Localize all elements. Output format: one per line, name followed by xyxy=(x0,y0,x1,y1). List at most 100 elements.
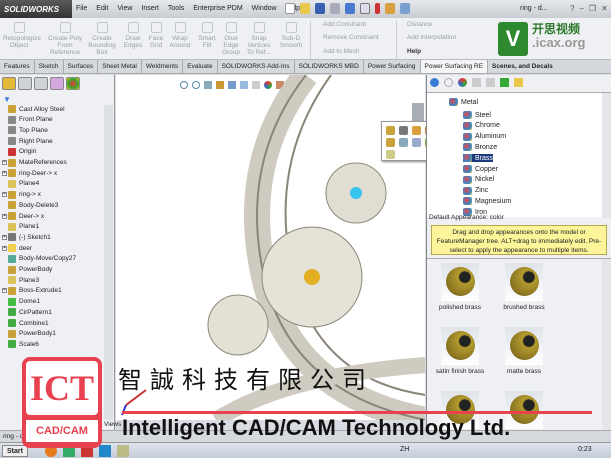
appearance-item[interactable]: Brass xyxy=(463,154,493,163)
wrap-around-button[interactable]: Wrap Around xyxy=(167,22,193,49)
help-icon[interactable]: ? xyxy=(570,4,574,13)
swatch-brushed-brass[interactable]: brushed brass xyxy=(494,263,554,311)
sub-d-smooth-button[interactable]: Sub-D Smooth xyxy=(277,22,305,49)
tree-item[interactable]: Front Plane xyxy=(8,115,53,124)
select-icon[interactable] xyxy=(360,3,370,14)
retopologize-button[interactable]: Retopologize Object xyxy=(3,22,41,49)
tree-scrollbar[interactable] xyxy=(104,105,113,420)
minimize-icon[interactable]: – xyxy=(579,4,583,13)
menu-view[interactable]: View xyxy=(117,5,132,12)
expand-icon[interactable]: + xyxy=(2,160,7,165)
appearance-item[interactable]: Magnesium xyxy=(463,197,511,206)
expand-icon[interactable]: + xyxy=(2,288,7,294)
tree-item[interactable]: Combine1 xyxy=(8,319,49,327)
dimxpert-tab[interactable] xyxy=(50,77,64,90)
tree-item[interactable]: Top Plane xyxy=(8,126,48,135)
face-appearance-icon[interactable] xyxy=(386,138,395,147)
body-appearance-icon[interactable] xyxy=(399,126,408,135)
swatch-scrollbar[interactable] xyxy=(602,259,611,431)
draw-edges-button[interactable]: Draw Edges xyxy=(121,22,145,49)
appearance-item[interactable]: Bronze xyxy=(463,143,497,152)
zoom-selection-icon[interactable] xyxy=(412,138,421,147)
feature-appearance-icon[interactable] xyxy=(412,126,421,135)
appearance-item[interactable]: Copper xyxy=(463,165,498,173)
tree-item[interactable]: Right Plane xyxy=(8,137,53,146)
tree-item[interactable]: Cast Alloy Steel xyxy=(8,105,65,113)
smart-fill-button[interactable]: Smart Fill xyxy=(196,22,218,49)
tab-sketch[interactable]: Sketch xyxy=(35,60,64,73)
close-icon[interactable]: ✕ xyxy=(601,4,608,13)
tab-sheet-metal[interactable]: Sheet Metal xyxy=(98,60,142,73)
appearance-item[interactable]: Nickel xyxy=(463,175,494,184)
appearance-item[interactable]: Aluminum xyxy=(463,132,506,141)
language-indicator[interactable]: ZH xyxy=(400,446,409,453)
copy-appearance-icon[interactable] xyxy=(399,138,408,147)
snap-vertices-button[interactable]: Snap Vertices To Ref... xyxy=(244,22,274,56)
tree-item[interactable]: + MateReferences xyxy=(2,158,67,167)
add-interpolation-button[interactable]: Add Interpolation xyxy=(407,34,456,41)
open-icon[interactable] xyxy=(300,3,310,14)
up-folder-icon[interactable] xyxy=(514,78,523,87)
folder-metal[interactable]: Metal xyxy=(449,98,478,106)
skype-icon[interactable] xyxy=(99,445,111,457)
save-icon[interactable] xyxy=(315,3,325,14)
tree-item[interactable]: PowerBody1 xyxy=(8,329,56,338)
help-button[interactable]: Help xyxy=(407,48,421,55)
file-properties-icon[interactable] xyxy=(385,3,395,14)
options-icon[interactable] xyxy=(400,3,410,14)
tree-item[interactable]: Origin xyxy=(8,147,36,156)
tool-icon[interactable] xyxy=(117,445,129,457)
print-icon[interactable] xyxy=(330,3,340,14)
undo-icon[interactable] xyxy=(345,3,355,14)
tree-item[interactable]: Plane4 xyxy=(8,179,39,188)
views-tab[interactable]: Views xyxy=(104,421,121,428)
menu-window[interactable]: Window xyxy=(252,5,277,12)
tab-power-surfacing[interactable]: Power Surfacing xyxy=(364,60,421,73)
expand-icon[interactable]: + xyxy=(2,245,7,251)
forward-icon[interactable] xyxy=(444,78,453,87)
tree-item[interactable]: + ring-Deer-> x xyxy=(2,169,57,178)
property-manager-tab[interactable] xyxy=(18,77,32,90)
remove-appearance-icon[interactable] xyxy=(386,150,395,159)
filter-icon[interactable]: ▼ xyxy=(3,95,11,104)
add-constraint-button[interactable]: Add Constraint xyxy=(323,21,366,28)
menu-tools[interactable]: Tools xyxy=(168,5,184,12)
appearance-tree-scrollbar[interactable] xyxy=(602,93,611,218)
add-to-mesh-button[interactable]: Add to Mesh xyxy=(323,48,360,55)
expand-icon[interactable]: + xyxy=(2,234,7,240)
tree-item[interactable]: Dome1 xyxy=(8,297,40,306)
back-icon[interactable] xyxy=(430,78,439,87)
tree-item[interactable]: + (-) Sketch1 xyxy=(2,233,51,242)
tree-item[interactable]: + ring-> x xyxy=(2,190,41,199)
tab-weldments[interactable]: Weldments xyxy=(142,60,184,73)
tree-item[interactable]: Plane1 xyxy=(8,222,39,231)
tab-surfaces[interactable]: Surfaces xyxy=(64,60,99,73)
configuration-manager-tab[interactable] xyxy=(34,77,48,90)
swatch-satin-finish-brass[interactable]: satin finish brass xyxy=(430,327,490,375)
appearances-icon[interactable] xyxy=(458,78,467,87)
restore-icon[interactable]: ❐ xyxy=(589,4,596,13)
part-appearance-icon[interactable] xyxy=(386,126,395,135)
feature-manager-tab[interactable] xyxy=(2,77,16,90)
expand-icon[interactable]: + xyxy=(2,192,7,198)
tree-item[interactable]: Scale6 xyxy=(8,340,39,349)
add-folder-icon[interactable] xyxy=(486,78,495,87)
start-button[interactable]: Start xyxy=(2,445,28,457)
swatch-matte-brass[interactable]: matte brass xyxy=(494,327,554,375)
appearance-item[interactable]: Steel xyxy=(463,111,491,119)
bounding-box-button[interactable]: Create Bounding Box xyxy=(86,22,118,56)
menu-enterprise-pdm[interactable]: Enterprise PDM xyxy=(193,5,242,12)
tree-item[interactable]: + Boss-Extrude1 xyxy=(2,286,62,295)
tab-evaluate[interactable]: Evaluate xyxy=(183,60,218,73)
refresh-icon[interactable] xyxy=(500,78,509,87)
expand-icon[interactable]: + xyxy=(2,213,7,219)
tree-item[interactable]: Body-Move/Copy27 xyxy=(8,254,76,263)
tab-addins[interactable]: SOLIDWORKS Add-Ins xyxy=(218,60,295,73)
face-grid-button[interactable]: Face Grid xyxy=(146,22,166,49)
glue-edge-button[interactable]: Glue Edge Group xyxy=(219,22,243,56)
menu-insert[interactable]: Insert xyxy=(141,5,159,12)
menu-edit[interactable]: Edit xyxy=(96,5,108,12)
remove-constraint-button[interactable]: Remove Constraint xyxy=(323,34,379,41)
distance-button[interactable]: Distance xyxy=(407,21,432,28)
tree-item[interactable]: PowerBody xyxy=(8,265,52,274)
